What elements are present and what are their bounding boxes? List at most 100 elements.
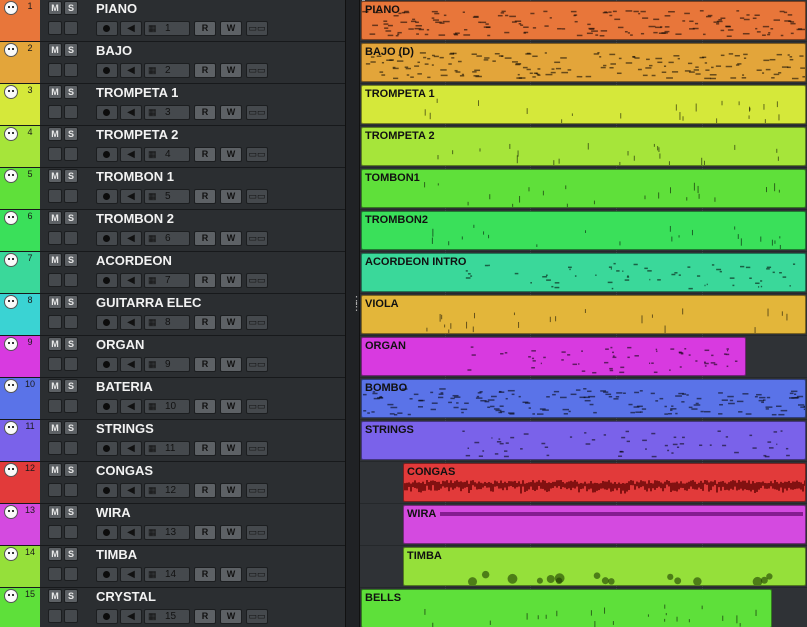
- midi-part[interactable]: STRINGS: [361, 421, 806, 460]
- track-color-strip[interactable]: 9: [0, 336, 40, 377]
- speaker-icon[interactable]: ◀: [120, 357, 142, 372]
- lane-toggle-button[interactable]: [48, 231, 62, 245]
- speaker-icon[interactable]: ◀: [120, 483, 142, 498]
- mute-button[interactable]: M: [48, 43, 62, 57]
- write-automation-button[interactable]: W: [220, 21, 242, 36]
- editor-icon[interactable]: ▭▭: [246, 315, 268, 330]
- read-automation-button[interactable]: R: [194, 231, 216, 246]
- channel-selector[interactable]: ▦ 15: [144, 609, 190, 624]
- mute-button[interactable]: M: [48, 169, 62, 183]
- track-lane[interactable]: VIOLA: [360, 294, 807, 336]
- track-row[interactable]: 1 M S PIANO ◀ ▦ 1 R W ▭▭: [0, 0, 345, 42]
- lane-toggle-button[interactable]: [48, 525, 62, 539]
- record-icon[interactable]: [96, 63, 118, 78]
- solo-button[interactable]: S: [64, 337, 78, 351]
- track-row[interactable]: 2 M S BAJO ◀ ▦ 2 R W ▭▭: [0, 42, 345, 84]
- splitter-handle[interactable]: ⋮ ⋮: [345, 0, 362, 627]
- track-lane[interactable]: TROMPETA 2: [360, 126, 807, 168]
- track-row[interactable]: 15 M S CRYSTAL ◀ ▦ 15 R W ▭▭: [0, 588, 345, 627]
- write-automation-button[interactable]: W: [220, 63, 242, 78]
- speaker-icon[interactable]: ◀: [120, 567, 142, 582]
- lane-toggle-button[interactable]: [48, 105, 62, 119]
- solo-button[interactable]: S: [64, 85, 78, 99]
- editor-icon[interactable]: ▭▭: [246, 441, 268, 456]
- track-name[interactable]: TROMPETA 2: [96, 127, 178, 142]
- editor-icon[interactable]: ▭▭: [246, 609, 268, 624]
- automation-toggle-button[interactable]: [64, 105, 78, 119]
- mute-button[interactable]: M: [48, 505, 62, 519]
- write-automation-button[interactable]: W: [220, 105, 242, 120]
- lane-toggle-button[interactable]: [48, 567, 62, 581]
- track-name[interactable]: TIMBA: [96, 547, 137, 562]
- automation-toggle-button[interactable]: [64, 399, 78, 413]
- write-automation-button[interactable]: W: [220, 231, 242, 246]
- automation-toggle-button[interactable]: [64, 231, 78, 245]
- read-automation-button[interactable]: R: [194, 147, 216, 162]
- automation-toggle-button[interactable]: [64, 63, 78, 77]
- speaker-icon[interactable]: ◀: [120, 609, 142, 624]
- channel-selector[interactable]: ▦ 1: [144, 21, 190, 36]
- track-color-strip[interactable]: 3: [0, 84, 40, 125]
- midi-part[interactable]: ACORDEON INTRO: [361, 253, 806, 292]
- channel-selector[interactable]: ▦ 13: [144, 525, 190, 540]
- midi-part[interactable]: VIOLA: [361, 295, 806, 334]
- solo-button[interactable]: S: [64, 127, 78, 141]
- channel-selector[interactable]: ▦ 14: [144, 567, 190, 582]
- automation-toggle-button[interactable]: [64, 189, 78, 203]
- track-lane[interactable]: CONGAS: [360, 462, 807, 504]
- read-automation-button[interactable]: R: [194, 315, 216, 330]
- track-name[interactable]: TROMBON 1: [96, 169, 174, 184]
- mute-button[interactable]: M: [48, 211, 62, 225]
- channel-selector[interactable]: ▦ 9: [144, 357, 190, 372]
- automation-toggle-button[interactable]: [64, 483, 78, 497]
- channel-selector[interactable]: ▦ 11: [144, 441, 190, 456]
- channel-selector[interactable]: ▦ 6: [144, 231, 190, 246]
- solo-button[interactable]: S: [64, 463, 78, 477]
- read-automation-button[interactable]: R: [194, 63, 216, 78]
- track-lane[interactable]: TROMPETA 1: [360, 84, 807, 126]
- track-name[interactable]: STRINGS: [96, 421, 154, 436]
- channel-selector[interactable]: ▦ 8: [144, 315, 190, 330]
- record-icon[interactable]: [96, 21, 118, 36]
- write-automation-button[interactable]: W: [220, 441, 242, 456]
- track-lane[interactable]: PIANO: [360, 0, 807, 42]
- midi-part[interactable]: TIMBA: [403, 547, 806, 586]
- speaker-icon[interactable]: ◀: [120, 231, 142, 246]
- lane-toggle-button[interactable]: [48, 63, 62, 77]
- track-row[interactable]: 11 M S STRINGS ◀ ▦ 11 R W ▭▭: [0, 420, 345, 462]
- midi-part[interactable]: TROMBON2: [361, 211, 806, 250]
- editor-icon[interactable]: ▭▭: [246, 273, 268, 288]
- solo-button[interactable]: S: [64, 43, 78, 57]
- track-name[interactable]: WIRA: [96, 505, 131, 520]
- track-row[interactable]: 7 M S ACORDEON ◀ ▦ 7 R W ▭▭: [0, 252, 345, 294]
- write-automation-button[interactable]: W: [220, 567, 242, 582]
- channel-selector[interactable]: ▦ 3: [144, 105, 190, 120]
- mute-button[interactable]: M: [48, 295, 62, 309]
- track-lane[interactable]: BAJO (D): [360, 42, 807, 84]
- read-automation-button[interactable]: R: [194, 105, 216, 120]
- track-row[interactable]: 9 M S ORGAN ◀ ▦ 9 R W ▭▭: [0, 336, 345, 378]
- channel-selector[interactable]: ▦ 4: [144, 147, 190, 162]
- record-icon[interactable]: [96, 315, 118, 330]
- record-icon[interactable]: [96, 483, 118, 498]
- record-icon[interactable]: [96, 105, 118, 120]
- track-lane[interactable]: STRINGS: [360, 420, 807, 462]
- record-icon[interactable]: [96, 441, 118, 456]
- track-row[interactable]: 3 M S TROMPETA 1 ◀ ▦ 3 R W ▭▭: [0, 84, 345, 126]
- track-name[interactable]: ACORDEON: [96, 253, 172, 268]
- speaker-icon[interactable]: ◀: [120, 21, 142, 36]
- read-automation-button[interactable]: R: [194, 483, 216, 498]
- track-name[interactable]: ORGAN: [96, 337, 144, 352]
- editor-icon[interactable]: ▭▭: [246, 357, 268, 372]
- track-color-strip[interactable]: 7: [0, 252, 40, 293]
- write-automation-button[interactable]: W: [220, 399, 242, 414]
- track-lane[interactable]: TROMBON2: [360, 210, 807, 252]
- track-name[interactable]: PIANO: [96, 1, 137, 16]
- track-lane[interactable]: ORGAN: [360, 336, 807, 378]
- track-name[interactable]: TROMBON 2: [96, 211, 174, 226]
- channel-selector[interactable]: ▦ 10: [144, 399, 190, 414]
- midi-part[interactable]: PIANO: [361, 1, 806, 40]
- lane-toggle-button[interactable]: [48, 357, 62, 371]
- read-automation-button[interactable]: R: [194, 21, 216, 36]
- track-color-strip[interactable]: 1: [0, 0, 40, 41]
